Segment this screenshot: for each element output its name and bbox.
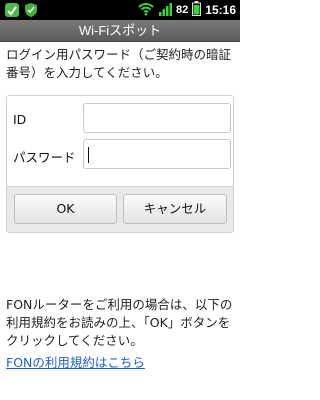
text-cursor bbox=[88, 147, 89, 163]
form-fields-area: ID パスワード bbox=[7, 96, 233, 186]
notification-app-icon bbox=[4, 2, 20, 22]
id-field[interactable] bbox=[83, 103, 231, 133]
battery-percent: 82 bbox=[176, 4, 189, 16]
signal-icon bbox=[158, 1, 173, 20]
status-left-icons bbox=[4, 2, 38, 22]
shield-icon bbox=[24, 2, 38, 22]
password-field[interactable] bbox=[83, 139, 231, 169]
router-notice: FONルーターをご利用の場合は、以下の利用規約をお読みの上、「OK」ボタンをクリ… bbox=[6, 297, 233, 348]
battery-icon bbox=[192, 0, 202, 20]
cancel-button[interactable]: キャンセル bbox=[123, 194, 227, 224]
terms-link[interactable]: FONの利用規約はこちら bbox=[6, 352, 145, 371]
ok-button[interactable]: OK bbox=[14, 194, 117, 224]
wifi-icon bbox=[138, 1, 154, 20]
password-label: パスワード bbox=[13, 150, 76, 165]
dialog-title: Wi-Fiスポット bbox=[0, 20, 240, 42]
clock: 15:16 bbox=[205, 3, 236, 17]
login-prompt: ログイン用パスワード（ご契約時の暗証番号）を入力してください。 bbox=[6, 47, 232, 80]
id-label: ID bbox=[13, 112, 27, 127]
login-form: ID パスワード OK キャンセル bbox=[6, 95, 234, 233]
status-right-icons: 82 15:16 bbox=[138, 0, 236, 20]
status-bar: 82 15:16 bbox=[0, 0, 240, 20]
